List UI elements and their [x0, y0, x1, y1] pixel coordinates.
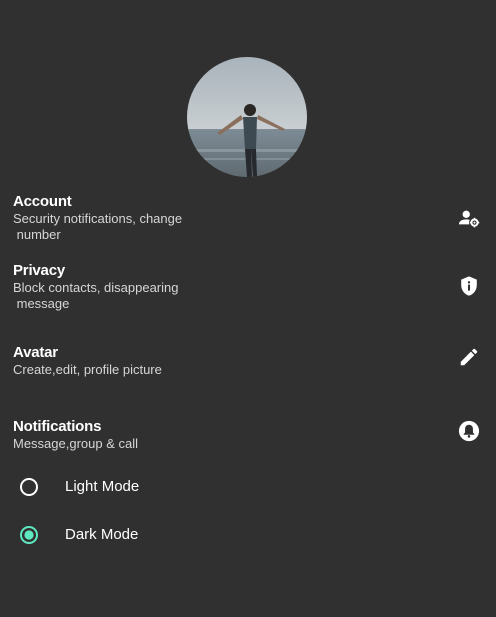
radio-unchecked[interactable]: [19, 477, 39, 497]
setting-subtitle: Create,edit, profile picture: [13, 362, 162, 377]
profile-avatar[interactable]: [187, 57, 307, 177]
setting-subtitle: Block contacts, disappearing message: [13, 280, 179, 311]
setting-title: Avatar: [13, 344, 58, 361]
radio-checked[interactable]: [19, 525, 39, 545]
dark-mode-label: Dark Mode: [65, 526, 139, 543]
setting-title: Notifications: [13, 418, 102, 435]
setting-subtitle: Security notifications, change number: [13, 211, 183, 242]
setting-subtitle: Message,group & call: [13, 436, 139, 451]
setting-title: Privacy: [13, 262, 65, 279]
profile-photo: [187, 57, 307, 177]
manage-account-icon[interactable]: [456, 205, 482, 231]
setting-notifications[interactable]: Notifications Message,group & call: [0, 418, 496, 458]
setting-privacy[interactable]: Privacy Block contacts, disappearing mes…: [0, 262, 496, 318]
light-mode-label: Light Mode: [65, 478, 140, 495]
shield-info-icon[interactable]: [456, 273, 482, 299]
setting-title: Account: [13, 193, 72, 210]
light-mode-option[interactable]: Light Mode: [0, 469, 300, 505]
dark-mode-option[interactable]: Dark Mode: [0, 517, 300, 553]
bell-icon[interactable]: [456, 418, 482, 444]
setting-avatar[interactable]: Avatar Create,edit, profile picture: [0, 344, 496, 384]
setting-account[interactable]: Account Security notifications, change n…: [0, 193, 496, 249]
pencil-icon[interactable]: [456, 344, 482, 370]
